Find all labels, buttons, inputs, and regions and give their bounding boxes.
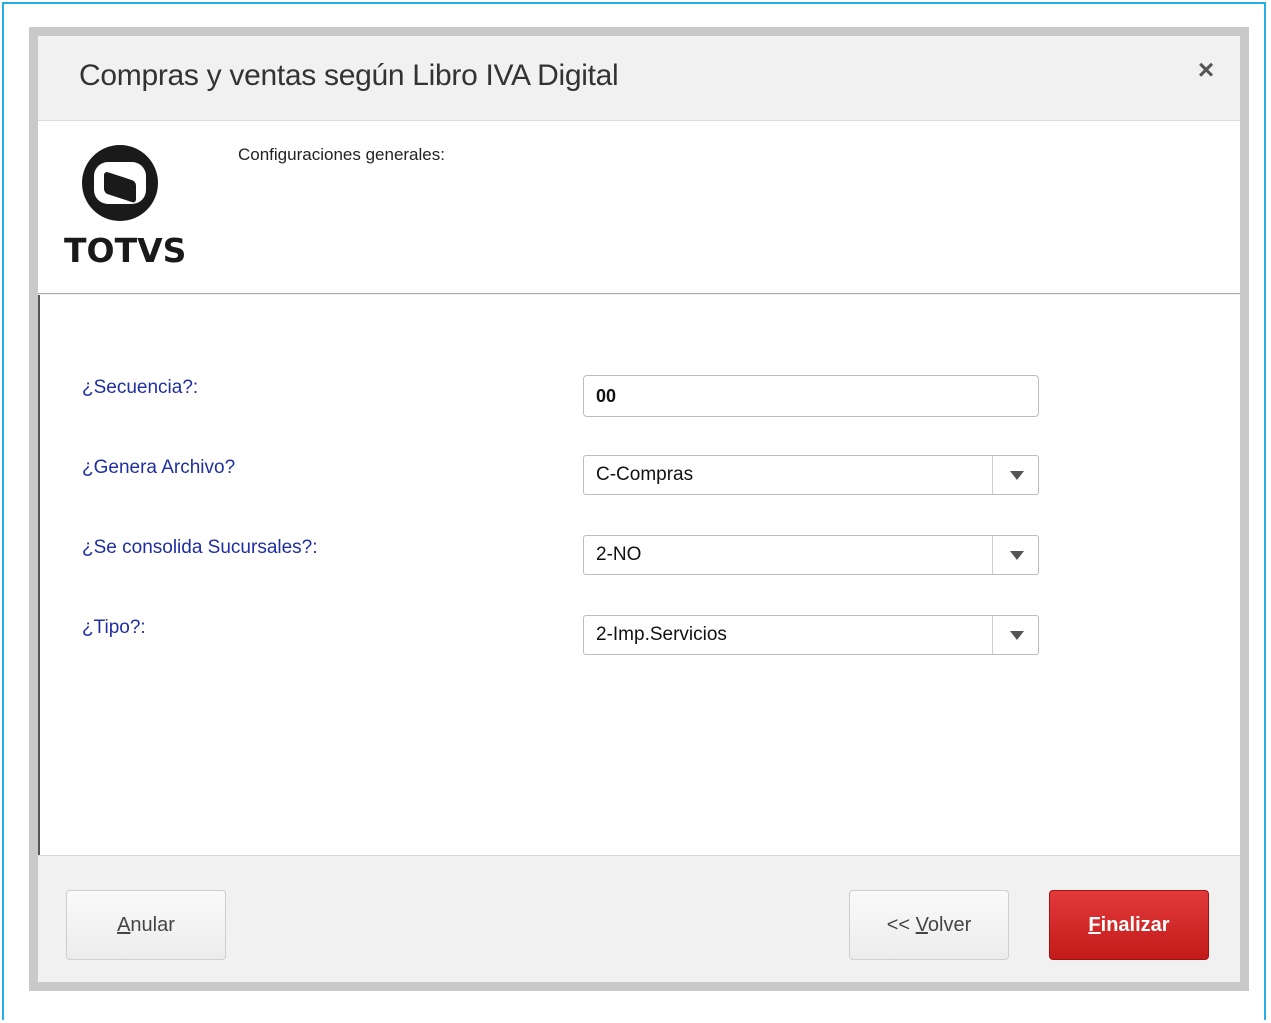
chevron-down-icon	[1010, 631, 1024, 640]
back-label: olver	[927, 914, 972, 936]
dropdown-button[interactable]	[992, 616, 1038, 654]
secuencia-input[interactable]: 00	[583, 375, 1039, 417]
wizard-header: TOTVS Configuraciones generales:	[38, 121, 1240, 294]
wizard-footer: Anular << Volver Finalizar	[38, 855, 1240, 982]
dialog-titlebar: Compras y ventas según Libro IVA Digital…	[38, 36, 1240, 121]
consolida-sucursales-select[interactable]: 2-NO	[583, 535, 1039, 575]
finish-mnemonic: F	[1088, 914, 1101, 936]
back-button[interactable]: << Volver	[849, 890, 1009, 960]
label-tipo: ¿Tipo?:	[82, 617, 146, 638]
select-value: 2-Imp.Servicios	[596, 624, 727, 645]
label-secuencia: ¿Secuencia?:	[82, 377, 199, 398]
totvs-logo: TOTVS	[64, 139, 186, 270]
chevron-down-icon	[1010, 551, 1024, 560]
section-label: Configuraciones generales:	[238, 145, 445, 164]
label-genera-archivo: ¿Genera Archivo?	[82, 457, 236, 478]
form-panel: ¿Secuencia?: 00 ¿Genera Archivo? C-Compr…	[38, 295, 1240, 855]
back-mnemonic: V	[915, 914, 928, 936]
label-consolida-sucursales: ¿Se consolida Sucursales?:	[82, 537, 318, 558]
cancel-button[interactable]: Anular	[66, 890, 226, 960]
dropdown-button[interactable]	[992, 456, 1038, 494]
totvs-logo-icon	[82, 145, 158, 221]
dropdown-button[interactable]	[992, 536, 1038, 574]
dialog-title: Compras y ventas según Libro IVA Digital	[79, 59, 619, 92]
finish-button[interactable]: Finalizar	[1049, 890, 1209, 960]
chevron-down-icon	[1010, 471, 1024, 480]
genera-archivo-select[interactable]: C-Compras	[583, 455, 1039, 495]
tipo-select[interactable]: 2-Imp.Servicios	[583, 615, 1039, 655]
select-value: C-Compras	[596, 464, 694, 485]
back-prefix: <<	[886, 914, 916, 936]
select-value: 2-NO	[596, 544, 642, 565]
cancel-label: nular	[130, 914, 175, 936]
logo-text: TOTVS	[64, 231, 187, 270]
cancel-mnemonic: A	[117, 914, 131, 936]
close-icon[interactable]: ×	[1192, 56, 1220, 84]
wizard-dialog: Compras y ventas según Libro IVA Digital…	[29, 27, 1249, 991]
finish-label: inalizar	[1100, 914, 1170, 936]
